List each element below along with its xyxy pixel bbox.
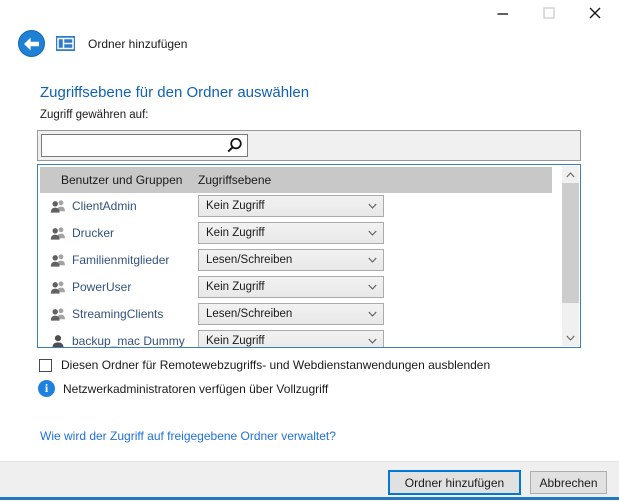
scroll-down-icon[interactable] [562,329,579,346]
access-level-select[interactable]: Kein Zugriff [198,195,384,217]
access-level-select[interactable]: Kein Zugriff [198,330,384,347]
maximize-icon [543,7,555,19]
table-row[interactable]: ClientAdmin Kein Zugriff [40,193,563,220]
table-header: Benutzer und Gruppen Zugriffsebene [40,167,552,193]
admin-info-text: Netzwerkadministratoren verfügen über Vo… [63,382,329,396]
user-name: Familienmitglieder [72,253,170,267]
search-bar [37,130,581,161]
back-button[interactable] [18,30,45,57]
vertical-scrollbar[interactable] [562,166,579,346]
user-table-body: ClientAdmin Kein Zugriff Drucker Kein Zu… [40,193,563,347]
group-icon [50,281,65,294]
access-level-select[interactable]: Lesen/Schreiben [198,303,384,325]
minimize-icon [497,7,509,19]
window-controls [493,4,605,22]
user-name: ClientAdmin [72,199,137,213]
table-row[interactable]: Drucker Kein Zugriff [40,220,563,247]
table-row[interactable]: backup_mac Dummy Kein Zugriff [40,328,563,347]
info-icon: i [38,380,55,397]
close-icon [589,7,601,19]
scroll-up-icon[interactable] [562,166,579,183]
user-name: StreamingClients [72,307,164,321]
table-row[interactable]: Familienmitglieder Lesen/Schreiben [40,247,563,274]
back-arrow-icon [23,37,40,51]
access-level-value: Lesen/Schreiben [206,308,293,320]
hide-folder-checkbox[interactable] [39,359,52,372]
column-users-groups: Benutzer und Gruppen [61,173,183,187]
hide-folder-checkbox-row[interactable]: Diesen Ordner für Remotewebzugriffs- und… [39,358,490,372]
search-input[interactable] [42,136,226,155]
access-level-select[interactable]: Kein Zugriff [198,222,384,244]
search-label: Zugriff gewähren auf: [40,109,149,121]
table-row[interactable]: PowerUser Kein Zugriff [40,274,563,301]
access-level-select[interactable]: Kein Zugriff [198,276,384,298]
chevron-down-icon [368,338,377,344]
maximize-button[interactable] [539,4,559,22]
access-level-value: Kein Zugriff [206,200,265,212]
admin-info-row: i Netzwerkadministratoren verfügen über … [38,380,328,397]
dialog-footer: Ordner hinzufügen Abbrechen [0,461,619,497]
cancel-button[interactable]: Abbrechen [530,471,607,494]
chevron-down-icon [368,284,377,290]
search-icon [227,137,242,153]
column-access-level: Zugriffsebene [198,173,272,187]
access-level-value: Lesen/Schreiben [206,254,293,266]
group-icon [50,227,65,240]
minimize-button[interactable] [493,4,513,22]
access-level-value: Kein Zugriff [206,281,265,293]
group-icon [50,254,65,267]
chevron-down-icon [368,257,377,263]
user-name: PowerUser [72,280,132,294]
chevron-down-icon [368,230,377,236]
user-name: backup_mac Dummy [72,334,185,347]
dialog-title: Ordner hinzufügen [88,37,188,51]
add-folder-dialog: Ordner hinzufügen Zugriffsebene für den … [0,0,619,504]
search-box[interactable] [41,134,248,157]
chevron-down-icon [368,311,377,317]
add-folder-button[interactable]: Ordner hinzufügen [388,470,521,495]
access-level-value: Kein Zugriff [206,227,265,239]
access-help-link[interactable]: Wie wird der Zugriff auf freigegebene Or… [40,429,336,443]
user-access-table: Benutzer und Gruppen Zugriffsebene Clien… [37,164,581,348]
window-bottom-border [0,497,619,500]
chevron-down-icon [368,203,377,209]
hide-folder-label: Diesen Ordner für Remotewebzugriffs- und… [61,358,491,372]
page-title: Zugriffsebene für den Ordner auswählen [40,84,310,101]
user-name: Drucker [72,226,115,240]
close-button[interactable] [585,4,605,22]
table-row[interactable]: StreamingClients Lesen/Schreiben [40,301,563,328]
group-icon [50,200,65,213]
group-icon [50,308,65,321]
user-icon [52,335,64,347]
access-level-value: Kein Zugriff [206,335,265,347]
scrollbar-thumb[interactable] [562,183,579,303]
folder-wizard-icon [56,36,75,51]
access-level-select[interactable]: Lesen/Schreiben [198,249,384,271]
